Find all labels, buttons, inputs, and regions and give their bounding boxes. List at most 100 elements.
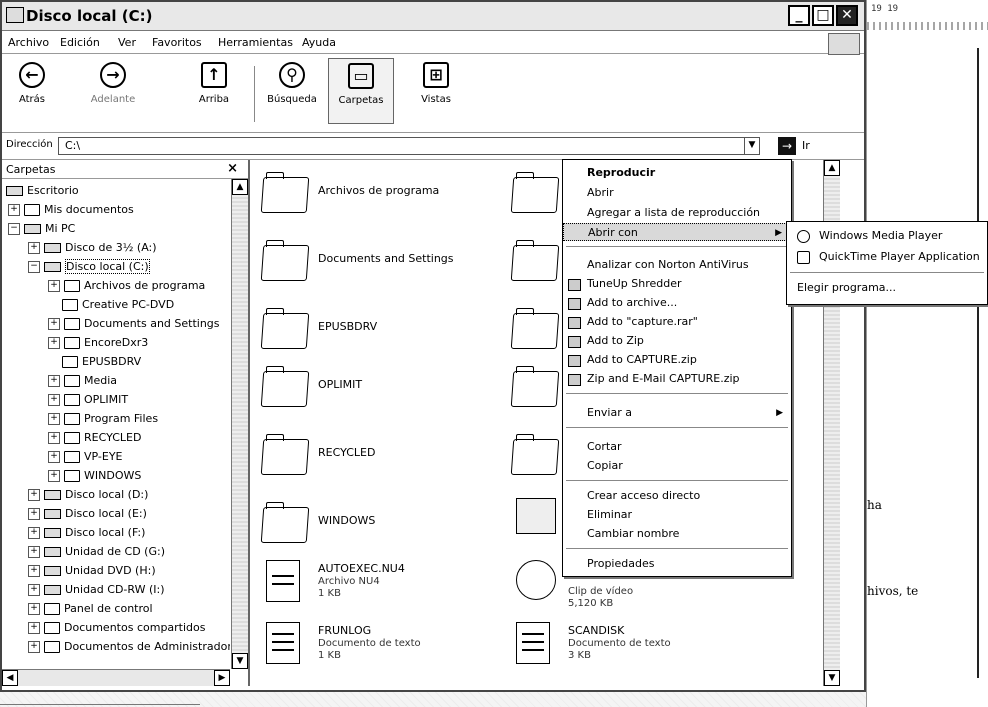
maximize-button[interactable]: □ xyxy=(812,5,834,26)
tree-item-encoredxr3[interactable]: + EncoreDxr3 xyxy=(48,333,148,352)
tree-item-documents-and-settings[interactable]: + Documents and Settings xyxy=(48,314,220,333)
menu-ver[interactable]: Ver xyxy=(118,36,136,49)
expand-icon[interactable]: + xyxy=(48,470,60,482)
menu-item-crear-acceso[interactable]: Crear acceso directo xyxy=(563,487,791,505)
menu-separator xyxy=(566,393,788,394)
expand-icon[interactable]: + xyxy=(48,337,60,349)
menu-item-zip-email[interactable]: Zip and E-Mail CAPTURE.zip xyxy=(563,370,791,388)
go-arrow-icon[interactable]: → xyxy=(778,137,796,155)
folders-horizontal-scrollbar[interactable]: ◀ ▶ xyxy=(2,669,230,686)
tree-item-unidad-cdrw-i[interactable]: + Unidad CD-RW (I:) xyxy=(28,580,165,599)
tree-item-media[interactable]: + Media xyxy=(48,371,117,390)
tree-item-disco-d[interactable]: + Disco local (D:) xyxy=(28,485,148,504)
folder-icon xyxy=(260,502,310,543)
tree-item-creative-pc-dvd[interactable]: Creative PC-DVD xyxy=(62,295,174,314)
collapse-icon[interactable]: − xyxy=(8,223,20,235)
menu-item-reproducir[interactable]: Reproducir xyxy=(563,164,791,182)
menu-item-cortar[interactable]: Cortar xyxy=(563,438,791,456)
tree-item-recycled[interactable]: + RECYCLED xyxy=(48,428,141,447)
tree-item-oplimit[interactable]: + OPLIMIT xyxy=(48,390,128,409)
expand-icon[interactable]: + xyxy=(28,622,40,634)
expand-icon[interactable]: + xyxy=(8,204,20,216)
close-button[interactable]: ✕ xyxy=(836,5,858,26)
scroll-down-icon[interactable]: ▼ xyxy=(824,670,840,686)
menu-herramientas[interactable]: Herramientas xyxy=(218,36,293,49)
menu-ayuda[interactable]: Ayuda xyxy=(302,36,336,49)
expand-icon[interactable]: + xyxy=(48,318,60,330)
expand-icon[interactable]: + xyxy=(28,489,40,501)
folders-button[interactable]: ▭ Carpetas xyxy=(328,58,394,124)
views-button[interactable]: ⊞ Vistas xyxy=(408,62,464,105)
menu-item-eliminar[interactable]: Eliminar xyxy=(563,506,791,524)
tree-item-windows[interactable]: + WINDOWS xyxy=(48,466,141,485)
tree-item-disco-f[interactable]: + Disco local (F:) xyxy=(28,523,145,542)
minimize-button[interactable]: _ xyxy=(788,5,810,26)
submenu-item-quicktime[interactable]: QuickTime Player Application xyxy=(787,247,987,267)
expand-icon[interactable]: + xyxy=(28,565,40,577)
menu-archivo[interactable]: Archivo xyxy=(8,36,49,49)
menu-edicion[interactable]: Edición xyxy=(60,36,100,49)
menu-item-add-capture-zip[interactable]: Add to CAPTURE.zip xyxy=(563,351,791,369)
scroll-down-icon[interactable]: ▼ xyxy=(232,653,248,669)
menu-item-propiedades[interactable]: Propiedades xyxy=(563,555,791,573)
forward-button[interactable]: → Adelante xyxy=(78,62,148,105)
expand-icon[interactable]: + xyxy=(48,413,60,425)
expand-icon[interactable]: + xyxy=(28,508,40,520)
scroll-right-icon[interactable]: ▶ xyxy=(214,670,230,686)
menu-item-tuneup[interactable]: TuneUp Shredder xyxy=(563,275,791,293)
menu-favoritos[interactable]: Favoritos xyxy=(152,36,202,49)
up-button[interactable]: ↑ Arriba xyxy=(192,62,236,105)
folders-vertical-scrollbar[interactable]: ▲ ▼ xyxy=(231,179,248,669)
expand-icon[interactable]: + xyxy=(48,451,60,463)
tree-item-epusbdrv[interactable]: EPUSBDRV xyxy=(62,352,141,371)
scroll-up-icon[interactable]: ▲ xyxy=(824,160,840,176)
menu-item-copiar[interactable]: Copiar xyxy=(563,457,791,475)
close-icon[interactable]: × xyxy=(227,161,238,176)
search-button[interactable]: ⚲ Búsqueda xyxy=(262,62,322,105)
back-button[interactable]: ← Atrás xyxy=(10,62,54,105)
menu-item-agregar-lista[interactable]: Agregar a lista de reproducción xyxy=(563,204,791,222)
tree-item-escritorio[interactable]: Escritorio xyxy=(6,181,79,200)
expand-icon[interactable]: + xyxy=(48,432,60,444)
tree-item-unidad-cd-g[interactable]: + Unidad de CD (G:) xyxy=(28,542,165,561)
menu-item-norton[interactable]: Analizar con Norton AntiVirus xyxy=(563,256,791,274)
tree-item-archivos-de-programa[interactable]: + Archivos de programa xyxy=(48,276,205,295)
expand-icon[interactable]: + xyxy=(48,280,60,292)
go-button-label[interactable]: Ir xyxy=(802,139,810,152)
expand-icon[interactable]: + xyxy=(48,375,60,387)
menu-item-add-zip[interactable]: Add to Zip xyxy=(563,332,791,350)
address-input[interactable]: C:\ ▼ xyxy=(58,137,760,155)
tree-item-program-files[interactable]: + Program Files xyxy=(48,409,158,428)
scroll-up-icon[interactable]: ▲ xyxy=(232,179,248,195)
tree-item-disco-c[interactable]: − Disco local (C:) xyxy=(28,257,150,276)
scroll-left-icon[interactable]: ◀ xyxy=(2,670,18,686)
expand-icon[interactable]: + xyxy=(28,603,40,615)
tree-item-mi-pc[interactable]: − Mi PC xyxy=(8,219,75,238)
expand-icon[interactable]: + xyxy=(28,584,40,596)
tree-item-panel-de-control[interactable]: + Panel de control xyxy=(28,599,153,618)
tree-item-documentos-administrador[interactable]: + Documentos de Administrador xyxy=(28,637,230,656)
title-bar[interactable]: Disco local (C:) _ □ ✕ xyxy=(2,2,864,31)
menu-item-enviar-a[interactable]: Enviar a ▶ xyxy=(563,404,791,422)
submenu-item-elegir-programa[interactable]: Elegir programa... xyxy=(787,278,987,298)
menu-item-abrir[interactable]: Abrir xyxy=(563,184,791,202)
tree-item-disco-a[interactable]: + Disco de 3½ (A:) xyxy=(28,238,157,257)
tree-item-vp-eye[interactable]: + VP-EYE xyxy=(48,447,123,466)
menu-item-add-capture-rar[interactable]: Add to "capture.rar" xyxy=(563,313,791,331)
expand-icon[interactable]: + xyxy=(48,394,60,406)
tree-item-disco-e[interactable]: + Disco local (E:) xyxy=(28,504,147,523)
expand-icon[interactable]: + xyxy=(28,641,40,653)
expand-icon[interactable]: + xyxy=(28,242,40,254)
collapse-icon[interactable]: − xyxy=(28,261,40,273)
menu-item-cambiar-nombre[interactable]: Cambiar nombre xyxy=(563,525,791,543)
menu-item-add-archive[interactable]: Add to archive... xyxy=(563,294,791,312)
tree-item-unidad-dvd-h[interactable]: + Unidad DVD (H:) xyxy=(28,561,156,580)
text-file-icon xyxy=(266,622,300,664)
submenu-item-windows-media-player[interactable]: Windows Media Player xyxy=(787,226,987,246)
tree-item-documentos-compartidos[interactable]: + Documentos compartidos xyxy=(28,618,206,637)
expand-icon[interactable]: + xyxy=(28,546,40,558)
tree-item-mis-documentos[interactable]: + Mis documentos xyxy=(8,200,134,219)
chevron-down-icon[interactable]: ▼ xyxy=(744,138,759,154)
expand-icon[interactable]: + xyxy=(28,527,40,539)
menu-item-abrir-con[interactable]: Abrir con ▶ xyxy=(563,223,791,241)
